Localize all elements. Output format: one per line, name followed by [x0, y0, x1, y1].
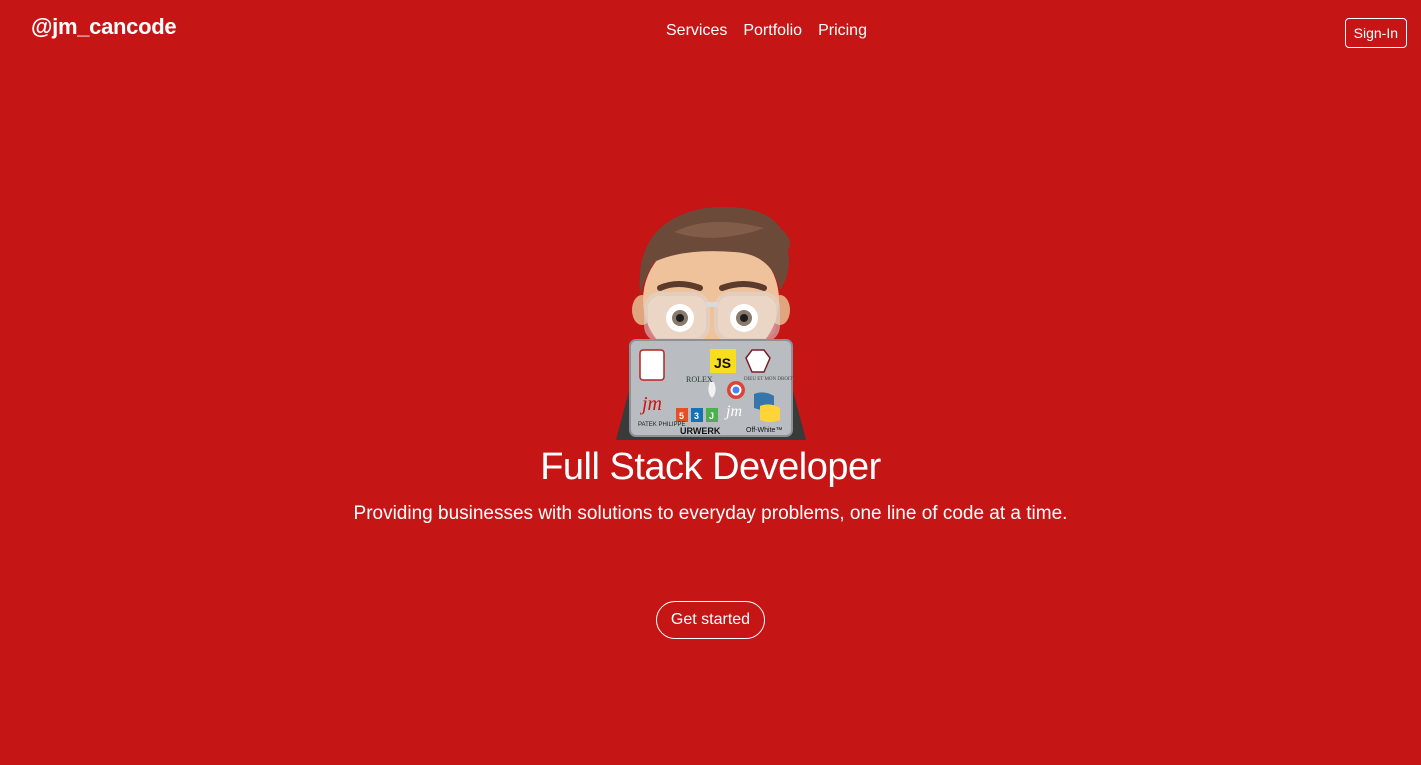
svg-text:ROLEX: ROLEX [686, 375, 713, 384]
main-nav: Services Portfolio Pricing [666, 22, 867, 40]
svg-text:3: 3 [694, 411, 699, 421]
brand-logo[interactable]: @jm_cancode [31, 14, 177, 40]
hero-subtitle: Providing businesses with solutions to e… [353, 503, 1068, 524]
svg-text:5: 5 [679, 411, 684, 421]
nav-pricing[interactable]: Pricing [818, 22, 867, 40]
svg-text:jm: jm [639, 393, 662, 415]
svg-text:DIEU ET MON DROIT: DIEU ET MON DROIT [744, 377, 793, 382]
get-started-button[interactable]: Get started [656, 601, 765, 639]
svg-text:J: J [709, 411, 714, 421]
nav-services[interactable]: Services [666, 22, 727, 40]
svg-text:PATEK PHILIPPE: PATEK PHILIPPE [638, 422, 685, 428]
svg-text:jm: jm [724, 403, 742, 420]
svg-text:JS: JS [714, 355, 731, 371]
svg-text:URWERK: URWERK [680, 426, 721, 436]
svg-text:Off-White™: Off-White™ [746, 427, 782, 434]
hero-title: Full Stack Developer [540, 446, 881, 488]
nav-portfolio[interactable]: Portfolio [743, 22, 802, 40]
memoji-developer-laptop-icon: JS ROLEX DIEU ET MON DROIT jm jm 5 3 J P… [616, 206, 806, 440]
sign-in-button[interactable]: Sign-In [1344, 18, 1407, 48]
landing-page: @jm_cancode Services Portfolio Pricing S… [0, 0, 1421, 765]
